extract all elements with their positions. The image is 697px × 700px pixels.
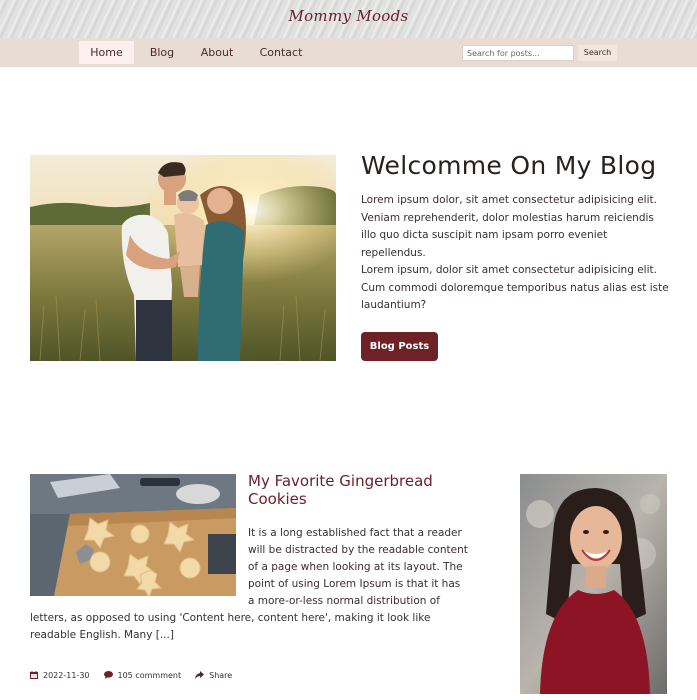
post-comments-text: 105 commment — [117, 670, 182, 680]
post-excerpt-container: It is a long established fact that a rea… — [30, 525, 470, 644]
hero-family-photo — [30, 155, 336, 361]
hero-title: Welcomme On My Blog — [361, 151, 657, 180]
share-icon — [195, 671, 205, 679]
hero-paragraph-2: Lorem ipsum, dolor sit amet consectetur … — [361, 264, 669, 311]
author-portrait-photo — [520, 474, 667, 694]
post-title[interactable]: My Favorite Gingerbread Cookies — [248, 472, 478, 508]
post-date: 2022-11-30 — [30, 671, 90, 680]
search-button[interactable]: Search — [578, 45, 617, 61]
post-date-text: 2022-11-30 — [43, 670, 90, 680]
header-banner: Mommy Moods — [0, 0, 697, 38]
search-input[interactable] — [462, 45, 574, 61]
hero-paragraph-1: Lorem ipsum dolor, sit amet consectetur … — [361, 194, 657, 259]
post-meta: 2022-11-30 105 commment Share — [30, 668, 246, 682]
nav-item-home[interactable]: Home — [79, 41, 134, 64]
calendar-icon — [30, 671, 38, 679]
blog-posts-button[interactable]: Blog Posts — [361, 332, 438, 361]
post-share-text: Share — [209, 670, 233, 680]
site-logo[interactable]: Mommy Moods — [0, 7, 697, 25]
post-share[interactable]: Share — [195, 671, 232, 680]
nav-item-blog[interactable]: Blog — [141, 41, 183, 64]
nav-item-contact[interactable]: Contact — [253, 41, 309, 64]
post-comments[interactable]: 105 commment — [103, 670, 182, 680]
nav-item-about[interactable]: About — [193, 41, 241, 64]
comment-icon — [103, 671, 113, 679]
